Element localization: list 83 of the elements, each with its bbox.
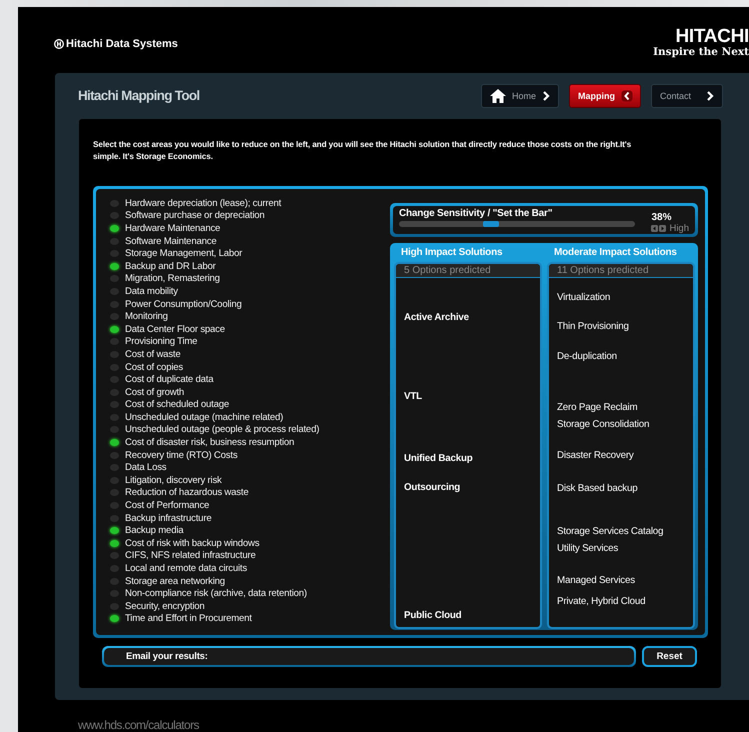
cost-area-label: Time and Effort in Procurement [125, 613, 252, 624]
cost-area-label: Cost of duplicate data [125, 374, 214, 386]
options-count: 5 Options predicted [396, 264, 540, 278]
brand-name: Hitachi Data Systems [66, 38, 178, 50]
logo-text: HITACHI [675, 28, 749, 46]
solution-item: Storage Services Catalog [557, 526, 664, 537]
chevron-left-icon [621, 90, 633, 102]
solution-item: Public Cloud [404, 610, 462, 621]
cost-area-label: Backup and DR Labor [125, 260, 216, 272]
cost-area-label: Cost of scheduled outage [125, 399, 230, 410]
cost-area-label: Local and remote data circuits [125, 563, 247, 574]
cost-area-label: Backup media [125, 525, 184, 536]
cost-area-label: Recovery time (RTO) Costs [125, 450, 238, 461]
cost-area-label: CIFS, NFS related infrastructure [125, 550, 256, 562]
solution-item: Unified Backup [404, 453, 473, 464]
cost-area-label: Migration, Remastering [125, 273, 220, 284]
toggle-dot[interactable] [110, 540, 119, 547]
cost-area-label: Cost of waste [125, 348, 181, 360]
cost-area-label: Unscheduled outage (people & process related) [125, 424, 320, 436]
app-title: Hitachi Mapping Tool [78, 88, 200, 103]
cost-area-label: Software Maintenance [125, 236, 216, 247]
slider-reading: 38% [651, 213, 672, 223]
cost-area-label: Data Center Floor space [125, 324, 225, 335]
solution-item: Storage Consolidation [557, 419, 650, 430]
solution-item: De-duplication [557, 351, 617, 362]
solution-item: Managed Services [557, 575, 635, 586]
home-icon [490, 88, 506, 102]
solution-item: Private, Hybrid Cloud [557, 596, 646, 607]
cost-area-label: Reduction of hazardous waste [125, 487, 248, 498]
cost-area-label: Cost of growth [125, 386, 184, 398]
cost-area-label: Litigation, discovery risk [125, 474, 222, 486]
tagline: Inspire the Next [653, 46, 749, 58]
slider-label: Change Sensitivity / "Set the Bar" [399, 208, 554, 219]
cost-area-label: Backup infrastructure [125, 512, 212, 524]
solution-item: Virtualization [557, 292, 610, 303]
nav-tab[interactable]: Mapping [569, 84, 641, 108]
cost-area-label: Cost of Performance [125, 500, 210, 512]
column-heading: Moderate Impact Solutions [553, 246, 678, 260]
cost-area-label: Hardware depreciation (lease); current [125, 198, 282, 209]
logo-icon [54, 39, 64, 49]
email-field[interactable]: Email your results: [102, 646, 636, 667]
cost-area-label: Unscheduled outage (machine related) [125, 412, 284, 423]
cost-area-label: Cost of disaster risk, business resumption [125, 437, 294, 448]
solution-item: Utility Services [557, 543, 618, 554]
toggle-dot[interactable] [110, 262, 119, 270]
solution-item: Thin Provisioning [557, 321, 629, 332]
cost-area-label: Non-compliance risk (archive, data retention) [125, 588, 307, 600]
solution-item: VTL [404, 391, 422, 402]
toggle-dot[interactable] [110, 326, 119, 333]
intro-text: Select the cost areas you would like to reduce on the left, and you will see the Hitachi solution that directly reduce those costs on the right.It's simple. It's Storage Economics. [93, 139, 632, 163]
cost-area-label: Security, encryption [125, 600, 205, 612]
nav-tab[interactable]: Contact [651, 84, 723, 108]
solution-item: Outsourcing [404, 482, 460, 493]
cost-area-label: Cost of copies [125, 362, 183, 373]
step-right-icon[interactable] [659, 225, 666, 232]
cost-area-label: Cost of risk with backup windows [125, 538, 260, 549]
cost-area-label: Monitoring [125, 311, 168, 322]
cost-area-label: Hardware Maintenance [125, 222, 220, 234]
footer-link[interactable]: www.hds.com/calculators [78, 718, 749, 732]
step-left-icon[interactable] [651, 225, 658, 232]
solution-item: Active Archive [404, 312, 469, 323]
options-count: 11 Options predicted [549, 264, 693, 278]
cost-area-label: Storage area networking [125, 576, 225, 587]
column-heading: High Impact Solutions [400, 246, 504, 260]
chevron-right-icon [706, 90, 714, 100]
solution-item: Disk Based backup [557, 483, 638, 494]
sensitivity-slider[interactable] [399, 221, 636, 227]
cost-area-label: Software purchase or depreciation [125, 210, 265, 222]
cost-area-label: Data Loss [125, 462, 166, 474]
nav-tab[interactable]: Home [481, 84, 559, 108]
cost-area-label: Provisioning Time [125, 336, 198, 348]
cost-area-label: Data mobility [125, 286, 178, 297]
toggle-dot[interactable] [110, 224, 119, 232]
cost-area-label: Storage Management, Labor [125, 248, 242, 260]
slider-end-label: High [669, 223, 689, 234]
toggle-dot[interactable] [110, 527, 119, 534]
solution-item: Disaster Recovery [557, 450, 634, 461]
reset-button[interactable]: Reset [642, 646, 697, 667]
chevron-right-icon [542, 90, 550, 100]
solution-item: Zero Page Reclaim [557, 402, 638, 413]
toggle-dot[interactable] [110, 439, 119, 446]
toggle-dot[interactable] [110, 615, 119, 622]
cost-area-label: Power Consumption/Cooling [125, 298, 242, 310]
